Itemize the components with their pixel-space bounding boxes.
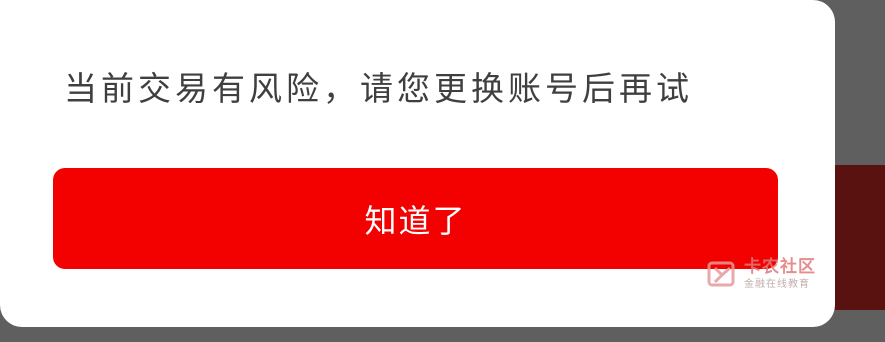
watermark-text: 卡农社区 金融在线教育 (744, 256, 816, 290)
watermark-title: 卡农社区 (744, 256, 816, 277)
confirm-button[interactable]: 知道了 (53, 168, 778, 269)
risk-warning-dialog: 当前交易有风险，请您更换账号后再试 知道了 卡农社区 金融在线教育 (0, 0, 835, 327)
watermark: 卡农社区 金融在线教育 (706, 254, 831, 294)
kanong-logo-icon (707, 261, 735, 287)
dialog-message: 当前交易有风险，请您更换账号后再试 (64, 69, 693, 108)
watermark-subtitle: 金融在线教育 (744, 278, 810, 290)
